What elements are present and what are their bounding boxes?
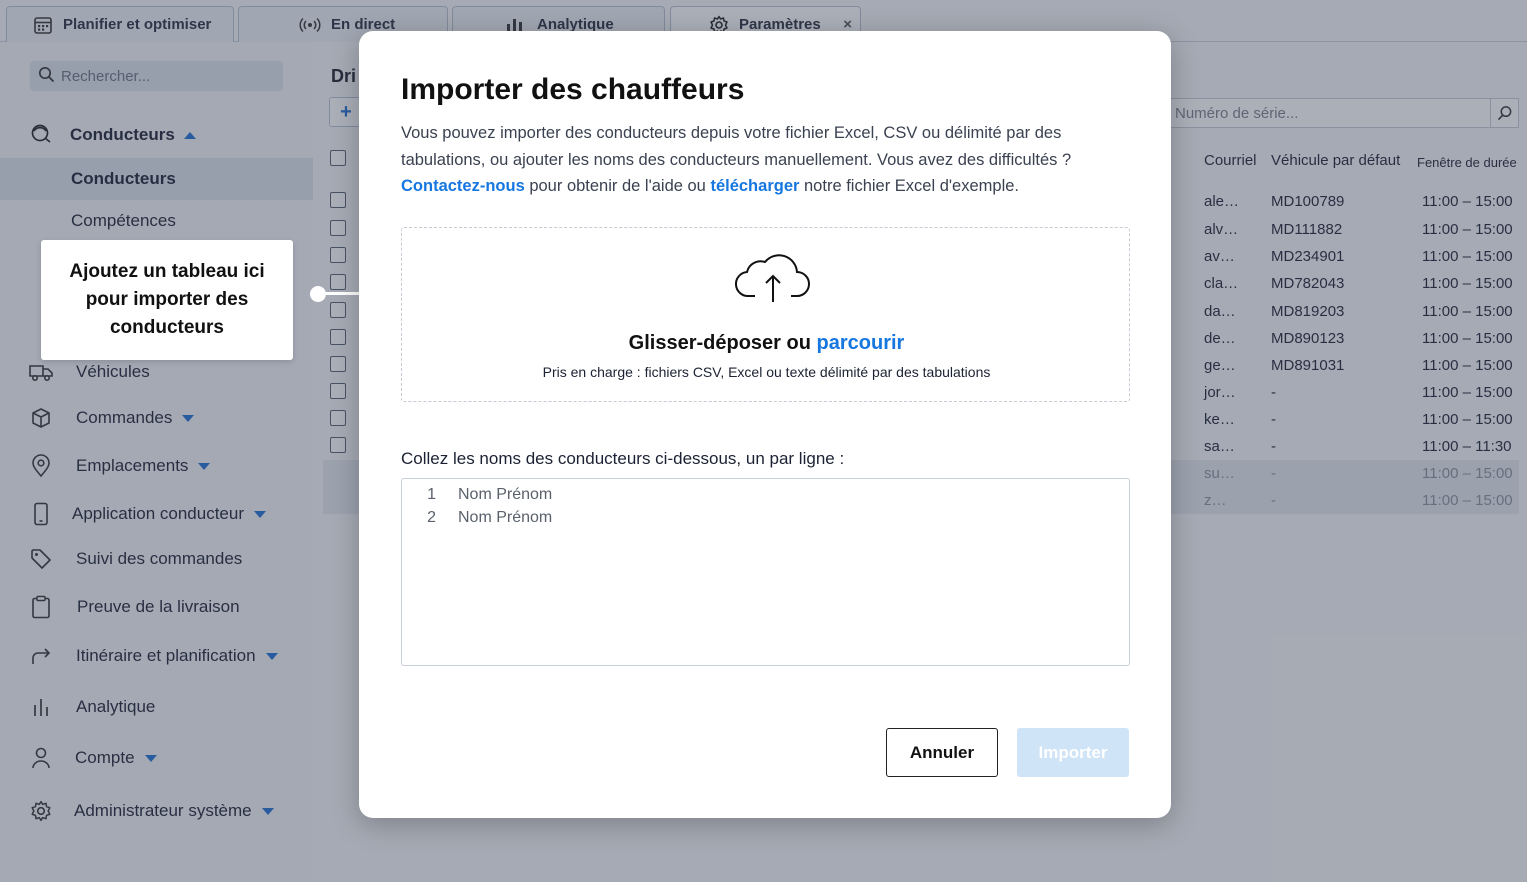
line-number: 2 [427, 509, 436, 526]
dialog-title: Importer des chauffeurs [401, 73, 745, 106]
textarea-line: 1 Nom Prénom [402, 486, 1129, 508]
cancel-button[interactable]: Annuler [886, 728, 998, 777]
textarea-line: 2 Nom Prénom [402, 509, 1129, 531]
browse-link[interactable]: parcourir [817, 332, 905, 354]
paste-label: Collez les noms des conducteurs ci-desso… [401, 449, 845, 468]
drop-zone-subtitle: Pris en charge : fichiers CSV, Excel ou … [542, 364, 991, 380]
import-drivers-dialog: Importer des chauffeurs Vous pouvez impo… [359, 31, 1171, 818]
line-text: Nom Prénom [458, 509, 553, 526]
callout-connector [320, 292, 360, 295]
import-button[interactable]: Importer [1017, 728, 1129, 777]
dialog-description: Vous pouvez importer des conducteurs dep… [401, 124, 1072, 195]
contact-link[interactable]: Contactez-nous [401, 177, 525, 195]
tooltip-callout: Ajoutez un tableau ici pour importer des… [41, 240, 293, 360]
line-number: 1 [427, 486, 436, 503]
callout-dot [310, 286, 326, 302]
file-drop-zone[interactable]: Glisser-déposer ou parcourir Pris en cha… [401, 227, 1130, 402]
drop-zone-title: Glisser-déposer ou parcourir [628, 332, 905, 354]
driver-names-textarea[interactable]: 1 Nom Prénom 2 Nom Prénom [401, 478, 1130, 666]
line-text: Nom Prénom [458, 486, 553, 503]
cloud-upload-icon [735, 250, 811, 311]
download-link[interactable]: télécharger [710, 177, 799, 195]
